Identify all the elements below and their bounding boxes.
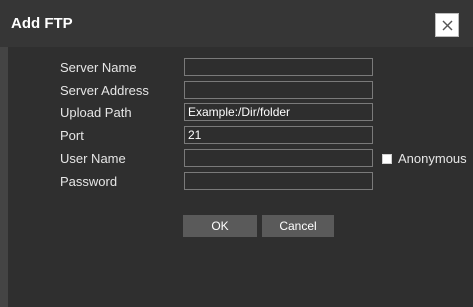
user-name-label: User Name xyxy=(60,151,126,166)
ok-button[interactable]: OK xyxy=(183,215,257,237)
server-address-label: Server Address xyxy=(60,83,149,98)
password-label: Password xyxy=(60,174,118,189)
dialog-titlebar: Add FTP xyxy=(0,0,473,47)
user-name-input[interactable] xyxy=(184,149,373,167)
close-icon xyxy=(442,20,453,31)
server-name-label: Server Name xyxy=(60,60,137,75)
dialog-title: Add FTP xyxy=(11,15,73,32)
server-address-input[interactable] xyxy=(184,81,373,99)
port-input[interactable] xyxy=(184,126,373,144)
server-name-input[interactable] xyxy=(184,58,373,76)
anonymous-checkbox[interactable] xyxy=(382,154,392,164)
password-input[interactable] xyxy=(184,172,373,190)
upload-path-input[interactable] xyxy=(184,103,373,121)
dialog-left-edge xyxy=(0,47,8,307)
anonymous-label: Anonymous xyxy=(398,151,467,166)
upload-path-label: Upload Path xyxy=(60,105,132,120)
close-button[interactable] xyxy=(435,13,459,37)
cancel-button[interactable]: Cancel xyxy=(262,215,334,237)
add-ftp-dialog: Add FTP Server Name Server Address Uploa… xyxy=(0,0,473,307)
port-label: Port xyxy=(60,128,84,143)
